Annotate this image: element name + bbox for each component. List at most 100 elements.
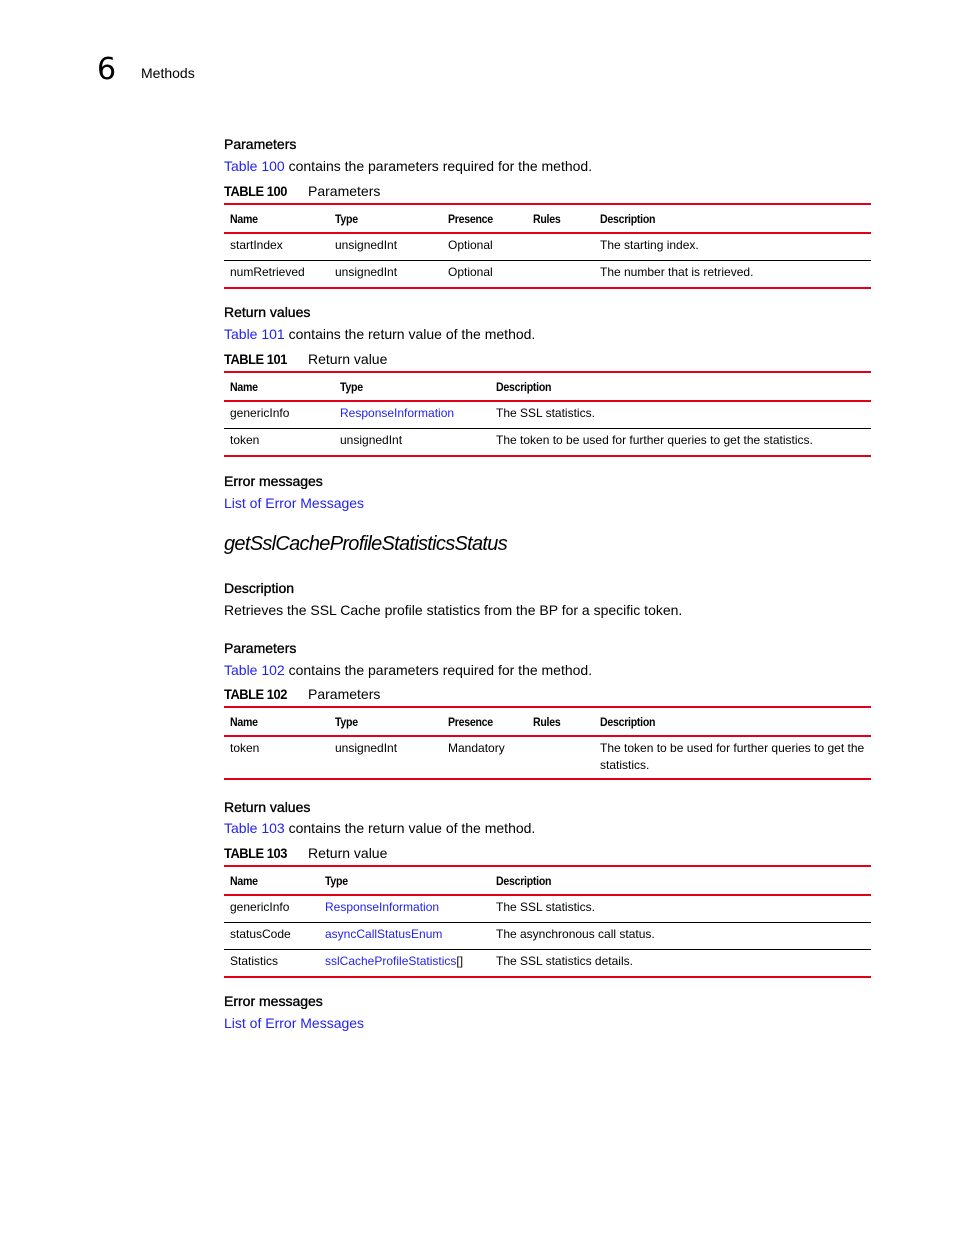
parameters-intro-text: contains the parameters required for the… (284, 158, 593, 174)
table-100-label: TABLE 100 (224, 183, 287, 199)
cell-description: The SSL statistics. (490, 401, 871, 429)
description-heading: Description (224, 580, 295, 596)
cell-presence: Optional (442, 260, 527, 289)
cell-type: unsignedInt (329, 233, 442, 261)
table-row: startIndex unsignedInt Optional The star… (224, 233, 871, 261)
column-header: Rules (527, 203, 594, 234)
cell-name: statusCode (224, 922, 319, 950)
method-title: getSslCacheProfileStatisticsStatus (224, 533, 508, 555)
parameters-heading: Parameters (224, 640, 297, 656)
column-header: Description (490, 371, 871, 402)
cell-name: genericInfo (224, 895, 319, 923)
return-values-intro-text: contains the return value of the method. (284, 820, 536, 836)
cell-description: The token to be used for further queries… (490, 428, 871, 457)
column-header: Presence (442, 706, 527, 737)
table-103-title: Return value (308, 845, 388, 861)
table-row: token unsignedInt The token to be used f… (224, 428, 871, 457)
description-text: Retrieves the SSL Cache profile statisti… (224, 602, 683, 618)
type-link[interactable]: asyncCallStatusEnum (325, 927, 442, 941)
table-100-title: Parameters (308, 183, 381, 199)
column-header: Name (224, 865, 319, 896)
parameters-intro-text: contains the parameters required for the… (284, 662, 593, 678)
return-values-heading: Return values (224, 799, 311, 815)
table-row: genericInfo ResponseInformation The SSL … (224, 895, 871, 923)
chapter-number: 6 (97, 52, 117, 87)
column-header: Type (329, 203, 442, 234)
table-row: Statistics sslCacheProfileStatistics[] T… (224, 949, 871, 978)
error-messages-heading: Error messages (224, 473, 323, 489)
table-101: Name Type Description genericInfo Respon… (224, 371, 871, 457)
cell-description: The asynchronous call status. (490, 922, 871, 950)
return-values-intro: Table 103 contains the return value of t… (224, 820, 535, 836)
column-header: Name (224, 706, 329, 737)
cell-description: The SSL statistics details. (490, 949, 871, 978)
table-102: Name Type Presence Rules Description tok… (224, 706, 871, 780)
table-100: Name Type Presence Rules Description sta… (224, 203, 871, 289)
table-header-row: Name Type Presence Rules Description (224, 203, 871, 234)
column-header: Rules (527, 706, 594, 737)
table-103-link[interactable]: Table 103 (224, 820, 285, 836)
error-messages-link[interactable]: List of Error Messages (224, 495, 364, 511)
type-link[interactable]: ResponseInformation (325, 900, 439, 914)
column-header: Description (490, 865, 871, 896)
type-link[interactable]: sslCacheProfileStatistics (325, 954, 456, 968)
return-values-heading: Return values (224, 304, 311, 320)
table-header-row: Name Type Description (224, 371, 871, 402)
cell-type: unsignedInt (329, 736, 442, 780)
table-101-link[interactable]: Table 101 (224, 326, 285, 342)
column-header: Type (334, 371, 490, 402)
cell-name: genericInfo (224, 401, 334, 429)
cell-rules (527, 233, 594, 261)
cell-type: ResponseInformation (319, 895, 490, 923)
type-suffix: [] (456, 954, 464, 968)
table-101-label: TABLE 101 (224, 351, 287, 367)
column-header: Presence (442, 203, 527, 234)
table-103-label: TABLE 103 (224, 845, 287, 861)
parameters-intro: Table 100 contains the parameters requir… (224, 158, 592, 174)
cell-type: unsignedInt (334, 428, 490, 457)
cell-rules (527, 736, 594, 780)
cell-type: asyncCallStatusEnum (319, 922, 490, 950)
table-row: genericInfo ResponseInformation The SSL … (224, 401, 871, 429)
parameters-intro: Table 102 contains the parameters requir… (224, 662, 592, 678)
error-messages-heading: Error messages (224, 993, 323, 1009)
chapter-title: Methods (141, 65, 195, 81)
return-values-intro-text: contains the return value of the method. (284, 326, 536, 342)
cell-rules (527, 260, 594, 289)
cell-type: sslCacheProfileStatistics[] (319, 949, 490, 978)
cell-name: token (224, 736, 329, 780)
cell-name: numRetrieved (224, 260, 329, 289)
cell-name: Statistics (224, 949, 319, 978)
table-100-caption: TABLE 100 Parameters (224, 183, 380, 199)
column-header: Type (329, 706, 442, 737)
table-100-link[interactable]: Table 100 (224, 158, 285, 174)
table-103-caption: TABLE 103 Return value (224, 845, 387, 861)
column-header: Name (224, 371, 334, 402)
table-row: token unsignedInt Mandatory The token to… (224, 736, 871, 780)
cell-name: token (224, 428, 334, 457)
cell-presence: Optional (442, 233, 527, 261)
table-102-label: TABLE 102 (224, 686, 287, 702)
table-row: numRetrieved unsignedInt Optional The nu… (224, 260, 871, 289)
parameters-heading: Parameters (224, 136, 297, 152)
cell-description: The number that is retrieved. (594, 260, 871, 289)
cell-name: startIndex (224, 233, 329, 261)
table-102-link[interactable]: Table 102 (224, 662, 285, 678)
table-header-row: Name Type Presence Rules Description (224, 706, 871, 737)
return-values-intro: Table 101 contains the return value of t… (224, 326, 535, 342)
column-header: Name (224, 203, 329, 234)
table-103: Name Type Description genericInfo Respon… (224, 865, 871, 978)
table-101-caption: TABLE 101 Return value (224, 351, 387, 367)
cell-type: ResponseInformation (334, 401, 490, 429)
column-header: Description (594, 203, 871, 234)
cell-presence: Mandatory (442, 736, 527, 780)
table-102-caption: TABLE 102 Parameters (224, 686, 380, 702)
table-102-title: Parameters (308, 686, 381, 702)
cell-description: The SSL statistics. (490, 895, 871, 923)
table-101-title: Return value (308, 351, 388, 367)
error-messages-link[interactable]: List of Error Messages (224, 1015, 364, 1031)
type-link[interactable]: ResponseInformation (340, 406, 454, 420)
cell-type: unsignedInt (329, 260, 442, 289)
cell-description: The starting index. (594, 233, 871, 261)
table-header-row: Name Type Description (224, 865, 871, 896)
